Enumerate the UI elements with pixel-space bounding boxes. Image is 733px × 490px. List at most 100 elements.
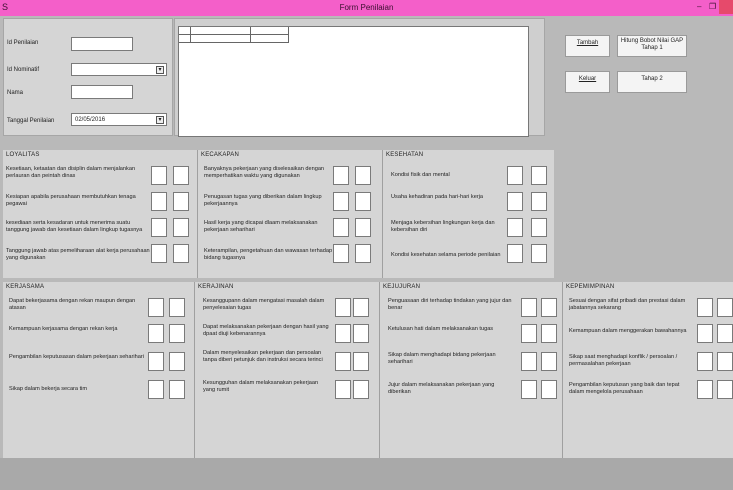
kepemimpinan-q3-score[interactable] bbox=[697, 352, 713, 371]
tambah-button[interactable]: Tambah bbox=[565, 35, 610, 57]
kesehatan-q1: Kondisi fisik dan mental bbox=[391, 172, 450, 178]
kejujuran-q3-score[interactable] bbox=[521, 352, 537, 371]
kesehatan-q3-score[interactable] bbox=[507, 218, 523, 237]
kecakapan-q3-score[interactable] bbox=[333, 218, 349, 237]
loyalitas-section: LOYALITAS Kesetiaan, ketaatan dan disipl… bbox=[3, 150, 197, 278]
kepemimpinan-q2-score[interactable] bbox=[697, 324, 713, 343]
id-penilaian-input[interactable] bbox=[71, 37, 133, 51]
kerjasama-q3-gap[interactable] bbox=[169, 352, 185, 371]
kepemimpinan-q1: Sesuai dengan sifat pribadi dan prestasi… bbox=[569, 298, 686, 311]
kerjasama-q1-score[interactable] bbox=[148, 298, 164, 317]
keluar-button[interactable]: Keluar bbox=[565, 71, 610, 93]
kesehatan-q4-gap[interactable] bbox=[531, 244, 547, 263]
kepemimpinan-section: KEPEMIMPINAN Sesuai dengan sifat pribadi… bbox=[562, 282, 733, 458]
kecakapan-q4-score[interactable] bbox=[333, 244, 349, 263]
chevron-down-icon[interactable]: ▾ bbox=[156, 116, 164, 124]
kejujuran-q2-gap[interactable] bbox=[541, 324, 557, 343]
loyalitas-q4: Tanggung jawab atas pemeliharaan alat ke… bbox=[6, 248, 150, 261]
grid-row-cell[interactable] bbox=[251, 35, 289, 43]
loyalitas-q4-score[interactable] bbox=[151, 244, 167, 263]
restore-icon[interactable]: ❐ bbox=[709, 2, 716, 11]
kecakapan-q1: Banyaknya pekerjaan yang diselesaikan de… bbox=[204, 166, 325, 179]
id-nominatif-select[interactable]: ▾ bbox=[71, 63, 167, 76]
form-client-area: Id Penilaian Id Nominatif ▾ Nama Tanggal… bbox=[0, 16, 733, 490]
kejujuran-q1-gap[interactable] bbox=[541, 298, 557, 317]
kecakapan-q3-gap[interactable] bbox=[355, 218, 371, 237]
kesehatan-q2-score[interactable] bbox=[507, 192, 523, 211]
kerajinan-q1: Kesanggupann dalam mengatasi masalah dal… bbox=[203, 298, 325, 311]
keluar-button-label: Keluar bbox=[578, 76, 597, 82]
kepemimpinan-q4-gap[interactable] bbox=[717, 380, 733, 399]
kesehatan-q3: Menjaga kebersihan lingkungan kerja dan … bbox=[391, 220, 495, 233]
kerajinan-q2-gap[interactable] bbox=[353, 324, 369, 343]
chevron-down-icon[interactable]: ▾ bbox=[156, 66, 164, 74]
kerjasama-q3: Pengambilan keputusasan dalam pekerjaan … bbox=[9, 354, 144, 360]
kesehatan-q2: Usaha kehadiran pada hari-hari kerja bbox=[391, 194, 484, 200]
data-grid[interactable] bbox=[178, 26, 529, 137]
kecakapan-q1-score[interactable] bbox=[333, 166, 349, 185]
kecakapan-q4-gap[interactable] bbox=[355, 244, 371, 263]
loyalitas-q4-gap[interactable] bbox=[173, 244, 189, 263]
kerjasama-q3-score[interactable] bbox=[148, 352, 164, 371]
loyalitas-q1-score[interactable] bbox=[151, 166, 167, 185]
loyalitas-q3-score[interactable] bbox=[151, 218, 167, 237]
kerjasama-q4: Sikap dalam bekerja secara tim bbox=[9, 386, 88, 392]
kepemimpinan-q4-score[interactable] bbox=[697, 380, 713, 399]
loyalitas-q1: Kesetiaan, ketaatan dan disiplin dalam m… bbox=[6, 166, 136, 179]
kerjasama-q1-gap[interactable] bbox=[169, 298, 185, 317]
kecakapan-q2-gap[interactable] bbox=[355, 192, 371, 211]
kesehatan-q2-gap[interactable] bbox=[531, 192, 547, 211]
kejujuran-q2-score[interactable] bbox=[521, 324, 537, 343]
kerajinan-q1-score[interactable] bbox=[335, 298, 351, 317]
kerajinan-q4-gap[interactable] bbox=[353, 380, 369, 399]
kejujuran-q4-score[interactable] bbox=[521, 380, 537, 399]
kesehatan-q1-score[interactable] bbox=[507, 166, 523, 185]
kerjasama-title: KERJASAMA bbox=[6, 284, 45, 290]
grid-row-cell[interactable] bbox=[179, 35, 191, 43]
kepemimpinan-q3: Sikap saat menghadapi konflik / persoala… bbox=[569, 354, 678, 367]
kerajinan-q3-gap[interactable] bbox=[353, 352, 369, 371]
kejujuran-q1-score[interactable] bbox=[521, 298, 537, 317]
tanggal-penilaian-picker[interactable]: 02/05/2016 ▾ bbox=[71, 113, 167, 126]
loyalitas-q2-score[interactable] bbox=[151, 192, 167, 211]
nama-input[interactable] bbox=[71, 85, 133, 99]
kepemimpinan-q1-gap[interactable] bbox=[717, 298, 733, 317]
loyalitas-q3-gap[interactable] bbox=[173, 218, 189, 237]
kecakapan-section: KECAKAPAN Banyaknya pekerjaan yang disel… bbox=[197, 150, 382, 278]
tanggal-penilaian-label: Tanggal Penilaian bbox=[7, 118, 55, 124]
kerjasama-q2-score[interactable] bbox=[148, 324, 164, 343]
tanggal-penilaian-value: 02/05/2016 bbox=[75, 117, 106, 123]
kesehatan-q1-gap[interactable] bbox=[531, 166, 547, 185]
kepemimpinan-q3-gap[interactable] bbox=[717, 352, 733, 371]
kepemimpinan-q2-gap[interactable] bbox=[717, 324, 733, 343]
kejujuran-q4: Jujur dalam melaksanakan pekerjaan yang … bbox=[388, 382, 495, 395]
kerajinan-q1-gap[interactable] bbox=[353, 298, 369, 317]
kepemimpinan-q1-score[interactable] bbox=[697, 298, 713, 317]
kerjasama-q4-gap[interactable] bbox=[169, 380, 185, 399]
loyalitas-q2-gap[interactable] bbox=[173, 192, 189, 211]
kesehatan-q4-score[interactable] bbox=[507, 244, 523, 263]
loyalitas-q1-gap[interactable] bbox=[173, 166, 189, 185]
kecakapan-q2: Penugasan tugas yang diberikan dalam lin… bbox=[204, 194, 322, 207]
grid-row-cell[interactable] bbox=[191, 35, 251, 43]
kerajinan-q4-score[interactable] bbox=[335, 380, 351, 399]
kesehatan-q3-gap[interactable] bbox=[531, 218, 547, 237]
kerajinan-q2-score[interactable] bbox=[335, 324, 351, 343]
title-bar: S Form Penilaian – ❐ bbox=[0, 0, 733, 16]
nama-label: Nama bbox=[7, 90, 24, 96]
tahap2-button[interactable]: Tahap 2 bbox=[617, 71, 687, 93]
minimize-icon[interactable]: – bbox=[697, 2, 701, 11]
id-nominatif-label: Id Nominatif bbox=[7, 67, 40, 73]
kerjasama-q4-score[interactable] bbox=[148, 380, 164, 399]
kerjasama-q2-gap[interactable] bbox=[169, 324, 185, 343]
kejujuran-q3-gap[interactable] bbox=[541, 352, 557, 371]
kepemimpinan-q2: Kemampuan dalam menggerakan bawahannya bbox=[569, 328, 687, 334]
kejujuran-q4-gap[interactable] bbox=[541, 380, 557, 399]
close-button[interactable] bbox=[719, 0, 733, 14]
kecakapan-q1-gap[interactable] bbox=[355, 166, 371, 185]
kecakapan-q3: Hasil kerja yang dicapai dlaam melaksana… bbox=[204, 220, 318, 233]
id-penilaian-label: Id Penilaian bbox=[7, 40, 39, 46]
hitung-tahap1-button[interactable]: Hitung Bobot Nilai GAP Tahap 1 bbox=[617, 35, 687, 57]
kecakapan-q2-score[interactable] bbox=[333, 192, 349, 211]
kerajinan-q3-score[interactable] bbox=[335, 352, 351, 371]
